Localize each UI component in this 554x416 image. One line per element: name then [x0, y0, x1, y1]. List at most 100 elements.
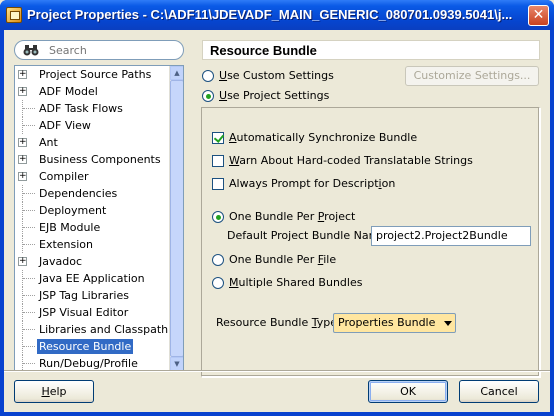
default-bundle-name-field[interactable]: project2.Project2Bundle [371, 226, 531, 246]
tree-line [23, 312, 35, 313]
bundle-type-label: Resource Bundle Type: [216, 316, 341, 329]
tree-line [23, 244, 35, 245]
one-bundle-per-project-radio[interactable]: One Bundle Per Project [212, 209, 462, 225]
expand-icon[interactable]: + [18, 138, 27, 147]
tree-line [23, 363, 35, 364]
use-project-settings-label: Use Project Settings [219, 89, 330, 102]
tree-item-label: JSP Visual Editor [39, 306, 129, 319]
tree-item[interactable]: Deployment [15, 202, 169, 219]
tree-item[interactable]: Dependencies [15, 185, 169, 202]
expand-icon[interactable]: + [18, 155, 27, 164]
project-icon [6, 7, 22, 23]
title-bar[interactable]: Project Properties - C:\ADF11\JDEVADF_MA… [0, 0, 554, 30]
category-tree[interactable]: + Project Source Paths + ADF Model ADF Task … [14, 65, 184, 372]
radio-circle [212, 254, 224, 266]
close-button[interactable]: ✕ [528, 5, 549, 26]
tree-item[interactable]: + Compiler [15, 168, 169, 185]
tree-line [23, 125, 35, 126]
one-bundle-per-file-radio[interactable]: One Bundle Per File [212, 252, 462, 268]
checkbox-box [212, 178, 224, 190]
radio-circle [212, 277, 224, 289]
tree-item-label: ADF Model [39, 85, 98, 98]
checkbox-box [212, 155, 224, 167]
customize-settings-button[interactable]: Customize Settings... [405, 66, 539, 86]
tree-item-label: Resource Bundle [37, 339, 134, 354]
dialog-body: + Project Source Paths + ADF Model ADF Task … [4, 30, 550, 412]
checkbox-box [212, 132, 224, 144]
window-border-bottom [0, 412, 554, 416]
tree-line [23, 193, 35, 194]
tree-item-label: ADF View [39, 119, 91, 132]
tree-item[interactable]: Libraries and Classpath [15, 321, 169, 338]
window-title: Project Properties - C:\ADF11\JDEVADF_MA… [27, 7, 513, 22]
use-project-settings-radio[interactable]: Use Project Settings [202, 88, 392, 104]
always-prompt-label: Always Prompt for Description [229, 177, 396, 190]
tree-scrollbar[interactable]: ▲ ▼ [169, 66, 183, 371]
bundle-type-value: Properties Bundle [338, 316, 436, 329]
footer-separator [4, 370, 550, 372]
always-prompt-checkbox[interactable]: Always Prompt for Description [212, 176, 512, 192]
auto-sync-checkbox[interactable]: Automatically Synchronize Bundle [212, 130, 512, 146]
help-button[interactable]: Help [14, 380, 94, 403]
expand-icon[interactable]: + [18, 87, 27, 96]
tree-item[interactable]: Extension [15, 236, 169, 253]
search-box[interactable] [14, 40, 184, 60]
one-bundle-per-project-label: One Bundle Per Project [229, 210, 356, 223]
use-custom-settings-radio[interactable]: Use Custom Settings [202, 68, 392, 84]
tree-item[interactable]: ADF View [15, 117, 169, 134]
tree-line [23, 227, 35, 228]
cancel-button[interactable]: Cancel [459, 380, 539, 403]
dropdown-arrow-icon [444, 321, 452, 326]
binoculars-icon [23, 45, 39, 56]
tree-line [23, 295, 35, 296]
default-bundle-name-label: Default Project Bundle Name: [227, 229, 390, 242]
tree-item-label: Run/Debug/Profile [39, 357, 138, 370]
scroll-thumb[interactable] [170, 80, 183, 357]
search-input[interactable] [47, 43, 177, 57]
tree-item[interactable]: EJB Module [15, 219, 169, 236]
tree-item-label: Ant [39, 136, 58, 149]
tree-item-label: ADF Task Flows [39, 102, 123, 115]
scroll-up-arrow[interactable]: ▲ [170, 66, 183, 80]
panel-header: Resource Bundle [202, 40, 540, 60]
expand-icon[interactable]: + [18, 172, 27, 181]
tree-item-label: Dependencies [39, 187, 118, 200]
tree-item[interactable]: JSP Visual Editor [15, 304, 169, 321]
multiple-shared-bundles-label: Multiple Shared Bundles [229, 276, 363, 289]
tree-item-label: JSP Tag Libraries [39, 289, 129, 302]
warn-hardcoded-checkbox[interactable]: Warn About Hard-coded Translatable Strin… [212, 153, 512, 169]
tree-item[interactable]: Java EE Application [15, 270, 169, 287]
expand-icon[interactable]: + [18, 257, 27, 266]
warn-hardcoded-label: Warn About Hard-coded Translatable Strin… [229, 154, 473, 167]
tree-line [23, 346, 35, 347]
one-bundle-per-file-label: One Bundle Per File [229, 253, 337, 266]
radio-circle [202, 90, 214, 102]
tree-item-label: EJB Module [39, 221, 101, 234]
ok-button[interactable]: OK [368, 380, 448, 403]
tree-item-label: Libraries and Classpath [39, 323, 169, 336]
tree-line [23, 108, 35, 109]
tree-item[interactable]: Resource Bundle [15, 338, 169, 355]
expand-icon[interactable]: + [18, 70, 27, 79]
tree-item-label: Extension [39, 238, 94, 251]
tree-item[interactable]: ADF Task Flows [15, 100, 169, 117]
dialog-window: Project Properties - C:\ADF11\JDEVADF_MA… [0, 0, 554, 416]
scroll-down-arrow[interactable]: ▼ [170, 357, 183, 371]
window-border-right [550, 30, 554, 416]
tree-item-label: Javadoc [39, 255, 82, 268]
tree-item[interactable]: + Business Components [15, 151, 169, 168]
tree-item-label: Business Components [39, 153, 161, 166]
tree-item[interactable]: + Ant [15, 134, 169, 151]
tree-line [23, 210, 35, 211]
tree-line [23, 278, 35, 279]
multiple-shared-bundles-radio[interactable]: Multiple Shared Bundles [212, 275, 462, 291]
tree-item-label: Java EE Application [39, 272, 145, 285]
tree-item[interactable]: + Javadoc [15, 253, 169, 270]
tree-item[interactable]: JSP Tag Libraries [15, 287, 169, 304]
auto-sync-label: Automatically Synchronize Bundle [229, 131, 418, 144]
tree-item[interactable]: + ADF Model [15, 83, 169, 100]
tree-item[interactable]: + Project Source Paths [15, 66, 169, 83]
tree-item-label: Project Source Paths [39, 68, 152, 81]
tree-item-label: Compiler [39, 170, 89, 183]
bundle-type-select[interactable]: Properties Bundle [333, 313, 456, 333]
